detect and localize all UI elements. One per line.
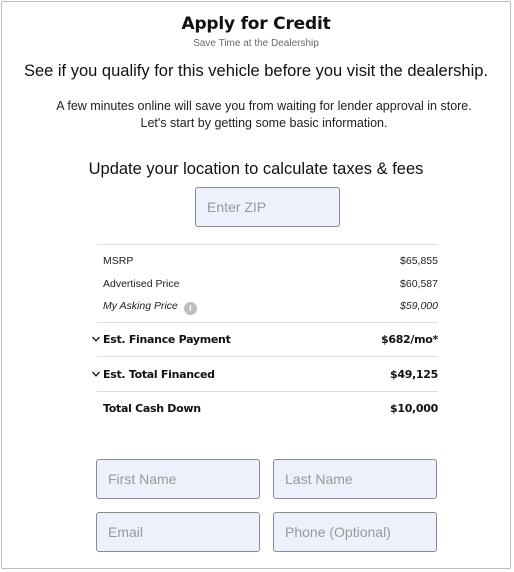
total-financed-value: $49,125 — [389, 368, 438, 381]
intro-text: A few minutes online will save you from … — [56, 99, 472, 130]
zip-input[interactable] — [195, 187, 340, 227]
page-subtitle: Save Time at the Dealership — [193, 38, 319, 49]
asking-price-row: My Asking Price i $59,000 — [103, 300, 438, 315]
last-name-field[interactable] — [273, 459, 437, 499]
cash-down-value: $10,000 — [389, 402, 438, 415]
first-name-field[interactable] — [96, 459, 260, 499]
phone-field[interactable] — [273, 512, 437, 552]
asking-price-value: $59,000 — [400, 300, 438, 312]
chevron-down-icon — [91, 336, 101, 342]
asking-price-label: My Asking Price — [103, 300, 178, 312]
divider — [97, 322, 438, 323]
msrp-value: $65,855 — [400, 255, 438, 267]
cash-down-row: Total Cash Down $10,000 — [103, 402, 438, 415]
divider — [97, 244, 438, 245]
advertised-price-row: Advertised Price $60,587 — [103, 278, 438, 290]
total-financed-toggle[interactable]: Est. Total Financed $49,125 — [91, 368, 438, 381]
divider — [97, 391, 438, 392]
msrp-row: MSRP $65,855 — [103, 255, 438, 267]
finance-payment-value: $682/mo* — [380, 333, 438, 346]
email-field[interactable] — [96, 512, 260, 552]
cash-down-label: Total Cash Down — [103, 402, 201, 415]
total-financed-label: Est. Total Financed — [103, 368, 215, 381]
divider — [97, 356, 438, 357]
qualify-headline: See if you qualify for this vehicle befo… — [23, 62, 489, 80]
page-title: Apply for Credit — [181, 14, 331, 34]
advertised-price-label: Advertised Price — [103, 278, 180, 290]
info-icon[interactable]: i — [183, 302, 197, 315]
msrp-label: MSRP — [103, 255, 134, 267]
finance-payment-toggle[interactable]: Est. Finance Payment $682/mo* — [91, 333, 438, 346]
location-heading: Update your location to calculate taxes … — [88, 160, 424, 178]
advertised-price-value: $60,587 — [400, 278, 438, 290]
credit-application-panel: Apply for Credit Save Time at the Dealer… — [1, 1, 511, 569]
finance-payment-label: Est. Finance Payment — [103, 333, 231, 346]
chevron-down-icon — [91, 371, 101, 377]
